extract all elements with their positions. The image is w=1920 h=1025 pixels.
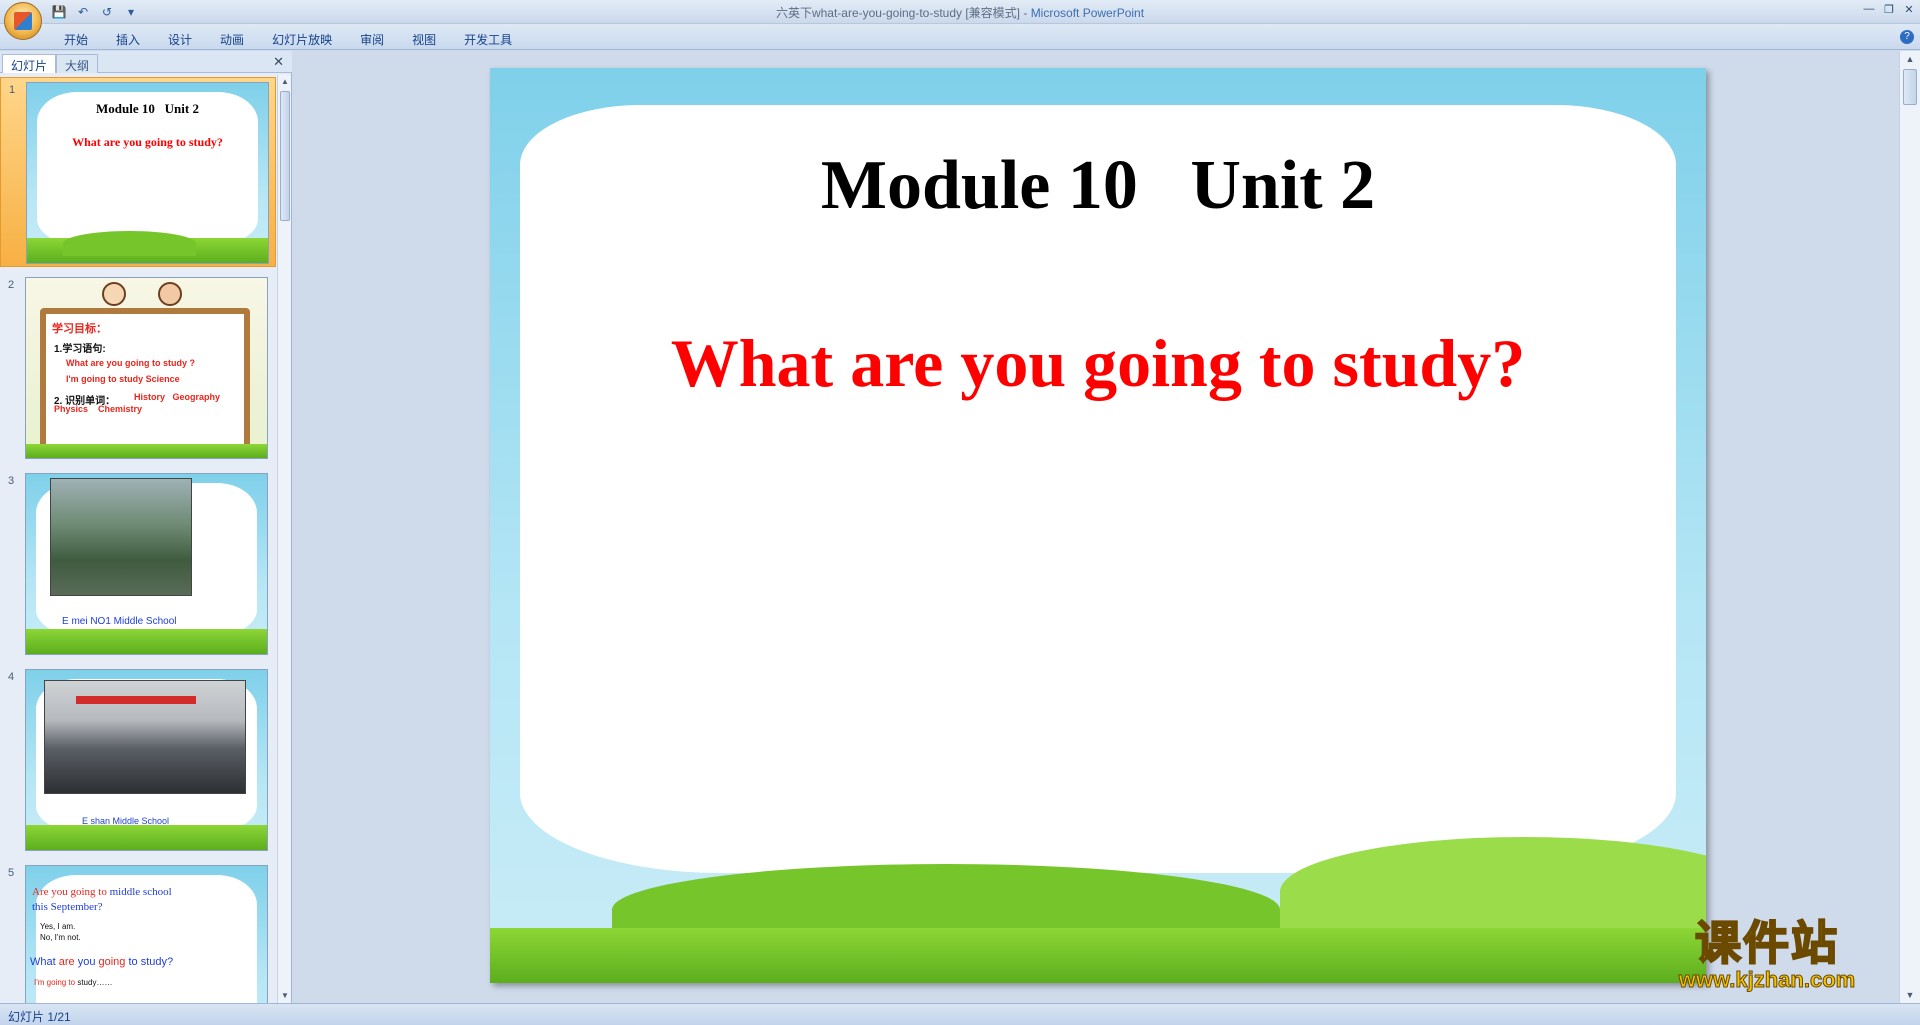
tab-animations[interactable]: 动画	[206, 28, 258, 51]
tab-outline[interactable]: 大纲	[56, 54, 99, 73]
question-part: study?	[140, 956, 174, 968]
question-part: to	[125, 956, 141, 968]
tab-developer[interactable]: 开发工具	[450, 28, 526, 51]
slide-number: 5	[8, 867, 15, 879]
slide-preview: Are you going to middle school this Sept…	[25, 865, 268, 1003]
restore-icon[interactable]: ❐	[1882, 2, 1896, 16]
tab-slides[interactable]: 幻灯片	[2, 54, 57, 73]
thumb-subtitle: What are you going to study?	[72, 135, 223, 149]
school-photo	[50, 478, 192, 596]
question-line: Are you going to middle school	[32, 886, 172, 898]
slide-subtitle[interactable]: What are you going to study?	[490, 324, 1706, 403]
slide-thumbnails: 1 Module 10 Unit 2 What are you going to…	[0, 75, 276, 1003]
slide-preview: 学习目标： 1.学习语句: What are you going to stud…	[25, 277, 268, 459]
cartoon-girl	[158, 282, 182, 306]
minimize-icon[interactable]: —	[1862, 2, 1876, 16]
slide-number: 3	[8, 475, 15, 487]
current-slide[interactable]: Module 10 Unit 2 What are you going to s…	[490, 68, 1706, 983]
tab-home[interactable]: 开始	[50, 28, 102, 51]
goal-line: 1.学习语句:	[54, 344, 106, 355]
question-part: going	[98, 956, 126, 968]
scroll-up-icon[interactable]: ▲	[278, 75, 292, 89]
goal-words: Physics Chemistry	[54, 404, 143, 414]
watermark-text: 课件站	[1694, 915, 1839, 971]
goal-words: History Geography	[134, 392, 221, 402]
grass	[26, 443, 267, 458]
slide-thumbnail-5[interactable]: 5 Are you going to middle school this Se…	[0, 861, 276, 1003]
help-icon[interactable]: ?	[1900, 30, 1914, 44]
question-part: middle school	[109, 886, 172, 898]
app-title: Microsoft PowerPoint	[1030, 6, 1145, 20]
panel-tabs: 幻灯片 大纲 ✕	[0, 51, 292, 73]
slide-thumbnail-2[interactable]: 2 学习目标： 1.学习语句: What are you going to st…	[0, 273, 276, 463]
question-part: you	[74, 956, 99, 968]
scroll-down-icon[interactable]: ▼	[278, 989, 292, 1003]
tab-design[interactable]: 设计	[154, 28, 206, 51]
slide-thumbnail-3[interactable]: 3 E mei NO1 Middle School	[0, 469, 276, 659]
tab-view[interactable]: 视图	[398, 28, 450, 51]
slide-title[interactable]: Module 10 Unit 2	[490, 146, 1706, 226]
question-part: Are you going to	[32, 886, 110, 898]
grass	[26, 824, 267, 850]
slide-preview: E shan Middle School	[25, 669, 268, 851]
question-line: What are you going to study?	[30, 956, 173, 968]
answer-line: Yes, I am.	[40, 922, 76, 931]
slides-panel: 幻灯片 大纲 ✕ 1 Module 10 Unit 2 What are you…	[0, 51, 292, 1003]
title-separator: -	[1020, 6, 1031, 20]
answer-line: I'm going to study……	[34, 978, 112, 987]
red-banner	[76, 696, 196, 704]
ribbon-tabs: 开始 插入 设计 动画 幻灯片放映 审阅 视图 开发工具	[50, 28, 526, 51]
answer-part: study……	[77, 978, 113, 987]
slide-number: 4	[8, 671, 15, 683]
scroll-down-icon[interactable]: ▼	[1900, 987, 1920, 1003]
watermark: 课件站 www.kjzhan.com	[1657, 907, 1877, 993]
question-part: are	[58, 956, 75, 968]
goal-heading: 学习目标：	[52, 323, 107, 335]
canvas-scrollbar[interactable]: ▲ ▼	[1899, 51, 1920, 1003]
slide-preview: Module 10 Unit 2 What are you going to s…	[26, 82, 269, 264]
status-bar: 幻灯片 1/21	[0, 1003, 1920, 1025]
photo-caption: E shan Middle School	[82, 816, 170, 826]
cartoon-boy	[102, 282, 126, 306]
slide-preview: E mei NO1 Middle School	[25, 473, 268, 655]
thumb-title: Module 10 Unit 2	[96, 101, 199, 116]
window-controls: — ❐ ✕	[1862, 2, 1916, 16]
question-line: this September?	[32, 901, 103, 913]
office-logo-icon	[14, 12, 32, 30]
office-button[interactable]	[4, 2, 42, 40]
document-title: 六英下what-are-you-going-to-study [兼容模式]	[775, 6, 1021, 20]
scroll-thumb[interactable]	[280, 91, 290, 221]
photo-caption: E mei NO1 Middle School	[62, 616, 177, 627]
watermark-url: www.kjzhan.com	[1678, 967, 1856, 993]
goal-line: I'm going to study Science	[66, 374, 180, 384]
slide-number: 1	[9, 84, 16, 96]
panel-scrollbar[interactable]: ▲ ▼	[277, 75, 291, 1003]
slide-thumbnail-1[interactable]: 1 Module 10 Unit 2 What are you going to…	[0, 77, 276, 267]
question-part: What	[30, 956, 59, 968]
scroll-thumb[interactable]	[1903, 69, 1917, 105]
slide-counter: 幻灯片 1/21	[8, 1010, 71, 1024]
title-bar: 💾 ↶ ↺ ▾ 六英下what-are-you-going-to-study […	[0, 0, 1920, 40]
slide-canvas: Module 10 Unit 2 What are you going to s…	[293, 51, 1899, 1003]
tab-insert[interactable]: 插入	[102, 28, 154, 51]
grass	[490, 928, 1706, 983]
ribbon: 开始 插入 设计 动画 幻灯片放映 审阅 视图 开发工具 ?	[0, 24, 1920, 50]
slide-thumbnail-4[interactable]: 4 E shan Middle School	[0, 665, 276, 855]
close-icon[interactable]: ✕	[1902, 2, 1916, 16]
scroll-up-icon[interactable]: ▲	[1900, 51, 1920, 67]
goal-line: What are you going to study ?	[66, 358, 195, 368]
hill	[63, 230, 196, 256]
tab-review[interactable]: 审阅	[346, 28, 398, 51]
answer-line: No, I'm not.	[40, 933, 81, 942]
window-title: 六英下what-are-you-going-to-study [兼容模式] - …	[0, 4, 1920, 21]
slide-number: 2	[8, 279, 15, 291]
panel-close-icon[interactable]: ✕	[273, 54, 284, 70]
answer-part: I'm going to	[34, 978, 78, 987]
grass	[26, 628, 267, 654]
tab-slideshow[interactable]: 幻灯片放映	[258, 28, 346, 51]
